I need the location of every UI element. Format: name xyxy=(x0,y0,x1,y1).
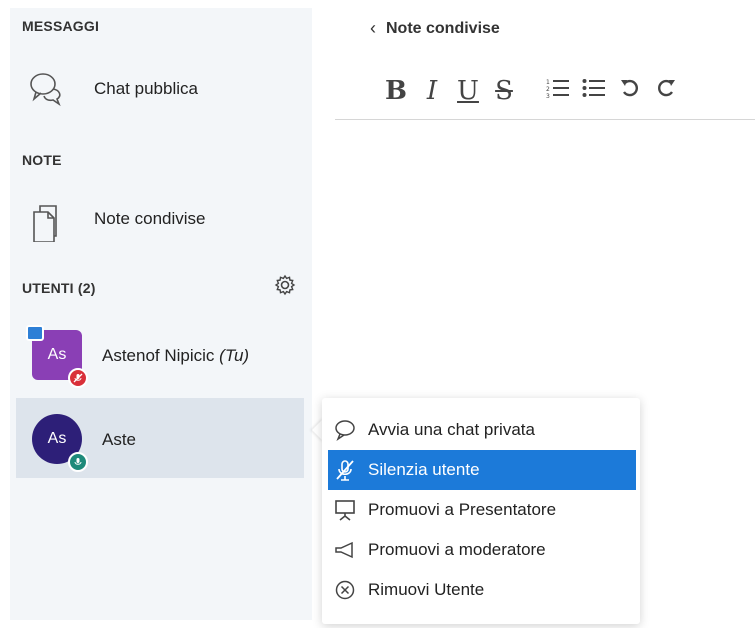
menu-item-label: Rimuovi Utente xyxy=(368,580,485,599)
sidebar: MESSAGGI Chat pubblica NOTE Note condivi… xyxy=(10,8,312,620)
public-chat-label: Chat pubblica xyxy=(94,79,198,98)
menu-item-mute-user[interactable]: Silenzia utente xyxy=(328,450,636,490)
chevron-left-icon: ‹ xyxy=(370,18,376,38)
back-to-notes[interactable]: ‹ Note condivise xyxy=(370,18,500,39)
user-name-text: Astenof Nipicic xyxy=(102,346,215,365)
user-name: Astenof Nipicic (Tu) xyxy=(102,346,249,366)
mic-muted-icon xyxy=(334,459,356,481)
user-context-menu: Avvia una chat privata Silenzia utente P… xyxy=(322,398,640,624)
megaphone-icon xyxy=(334,539,356,561)
chat-icon xyxy=(334,419,356,441)
avatar-initials: As xyxy=(47,430,67,447)
gear-icon[interactable] xyxy=(274,274,296,296)
public-chat-item[interactable]: Chat pubblica xyxy=(10,64,312,114)
notes-section-title: NOTE xyxy=(22,152,62,168)
menu-item-private-chat[interactable]: Avvia una chat privata xyxy=(328,410,636,450)
shared-notes-item[interactable]: Note condivise xyxy=(10,194,312,244)
menu-item-remove-user[interactable]: Rimuovi Utente xyxy=(328,570,636,610)
you-tag: (Tu) xyxy=(219,346,250,365)
underline-button[interactable]: U xyxy=(450,76,486,106)
ordered-list-icon[interactable]: 123 xyxy=(540,76,576,106)
user-row-self[interactable]: As Astenof Nipicic (Tu) xyxy=(10,316,304,396)
users-section-title: UTENTI (2) xyxy=(22,280,96,296)
editor-toolbar: B I U S 123 xyxy=(378,76,684,106)
toolbar-divider xyxy=(335,119,755,120)
avatar-initials: As xyxy=(47,346,67,363)
user-row-aste[interactable]: As Aste xyxy=(16,398,304,478)
presentation-icon xyxy=(334,499,356,521)
undo-icon[interactable] xyxy=(612,76,648,106)
menu-item-label: Promuovi a Presentatore xyxy=(368,500,557,519)
menu-item-label: Avvia una chat privata xyxy=(368,420,535,439)
document-icon xyxy=(26,198,66,243)
presenter-icon xyxy=(26,325,44,341)
mic-icon xyxy=(68,452,88,472)
mic-muted-icon xyxy=(68,368,88,388)
bold-button[interactable]: B xyxy=(378,76,414,106)
user-name: Aste xyxy=(102,430,137,449)
menu-item-label: Silenzia utente xyxy=(368,460,480,479)
svg-text:2: 2 xyxy=(546,86,550,93)
chat-bubbles-icon xyxy=(26,69,66,109)
remove-icon xyxy=(334,579,356,601)
menu-item-make-moderator[interactable]: Promuovi a moderatore xyxy=(328,530,636,570)
menu-item-make-presenter[interactable]: Promuovi a Presentatore xyxy=(328,490,636,530)
strikethrough-button[interactable]: S xyxy=(486,76,522,106)
bullet-list-icon[interactable] xyxy=(576,76,612,106)
back-label: Note condivise xyxy=(386,19,500,37)
italic-button[interactable]: I xyxy=(414,76,450,106)
messages-section-title: MESSAGGI xyxy=(22,18,100,34)
svg-text:3: 3 xyxy=(546,93,550,99)
menu-item-label: Promuovi a moderatore xyxy=(368,540,546,559)
shared-notes-label: Note condivise xyxy=(94,209,206,228)
redo-icon[interactable] xyxy=(648,76,684,106)
svg-text:1: 1 xyxy=(546,79,550,86)
